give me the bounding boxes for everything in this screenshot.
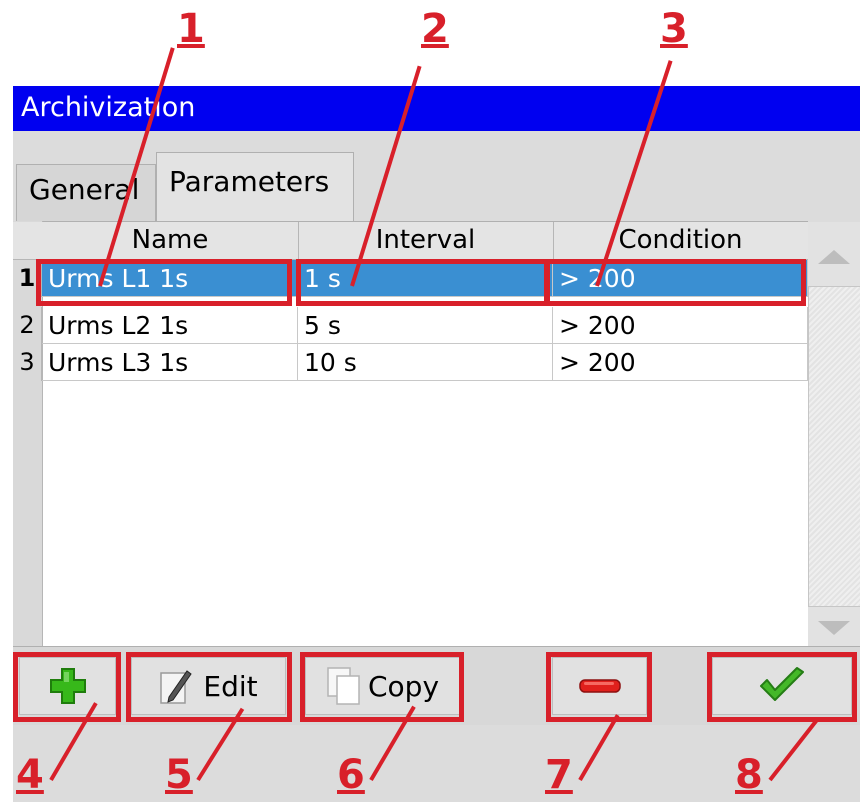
annotation-frame-name bbox=[36, 259, 292, 306]
cell-condition[interactable]: > 200 bbox=[553, 344, 808, 381]
row-number: 3 bbox=[13, 344, 42, 381]
tab-parameters[interactable]: Parameters bbox=[156, 152, 354, 221]
annotation-frame-ok bbox=[707, 652, 857, 722]
table-row[interactable]: 2 Urms L2 1s 5 s > 200 bbox=[13, 307, 808, 344]
cell-condition[interactable]: > 200 bbox=[553, 307, 808, 344]
arrow-down-icon bbox=[818, 621, 850, 635]
cell-interval[interactable]: 5 s bbox=[298, 307, 553, 344]
arrow-up-icon bbox=[818, 250, 850, 264]
callout-number-1: 1 bbox=[177, 6, 205, 52]
tab-parameters-label: Parameters bbox=[169, 165, 330, 198]
callout-number-7: 7 bbox=[545, 752, 573, 798]
callout-number-4: 4 bbox=[16, 752, 44, 798]
callout-number-8: 8 bbox=[735, 752, 763, 798]
annotation-frame-edit bbox=[126, 652, 292, 722]
callout-number-5: 5 bbox=[165, 752, 193, 798]
callout-number-3: 3 bbox=[660, 6, 688, 52]
annotation-frame-remove bbox=[546, 652, 652, 722]
cell-name[interactable]: Urms L3 1s bbox=[42, 344, 298, 381]
scroll-up-button[interactable] bbox=[808, 222, 860, 287]
annotation-frame-condition bbox=[545, 259, 806, 306]
annotation-frame-copy bbox=[300, 652, 464, 722]
cell-interval[interactable]: 10 s bbox=[298, 344, 553, 381]
column-header-name[interactable]: Name bbox=[42, 222, 298, 259]
callout-number-2: 2 bbox=[421, 6, 449, 52]
scroll-down-button[interactable] bbox=[808, 606, 860, 647]
window-title-bar: Archivization bbox=[13, 86, 860, 131]
callout-number-6: 6 bbox=[337, 752, 365, 798]
row-number: 2 bbox=[13, 307, 42, 344]
cell-name[interactable]: Urms L2 1s bbox=[42, 307, 298, 344]
window-title: Archivization bbox=[21, 92, 196, 123]
annotation-frame-interval bbox=[296, 259, 549, 306]
table-row[interactable]: 3 Urms L3 1s 10 s > 200 bbox=[13, 344, 808, 381]
annotation-frame-add bbox=[13, 652, 121, 722]
column-header-condition[interactable]: Condition bbox=[553, 222, 808, 259]
column-header-interval[interactable]: Interval bbox=[298, 222, 553, 259]
